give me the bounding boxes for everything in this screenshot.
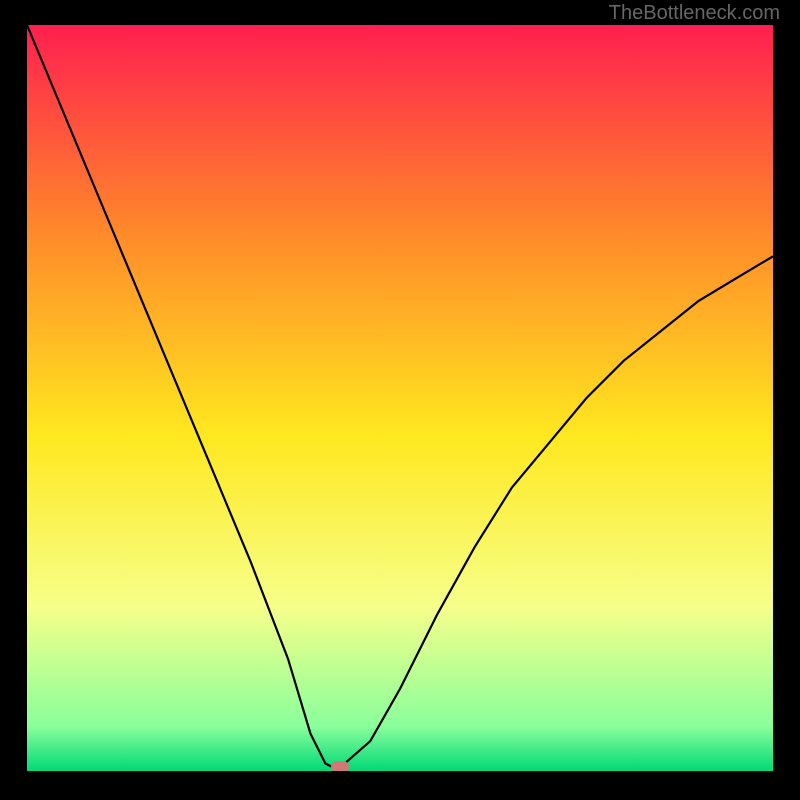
plot-frame [27, 25, 773, 771]
bottleneck-curve [27, 25, 773, 771]
plot-area [27, 25, 773, 771]
watermark-text: TheBottleneck.com [609, 2, 780, 25]
optimal-point-marker [331, 761, 349, 771]
